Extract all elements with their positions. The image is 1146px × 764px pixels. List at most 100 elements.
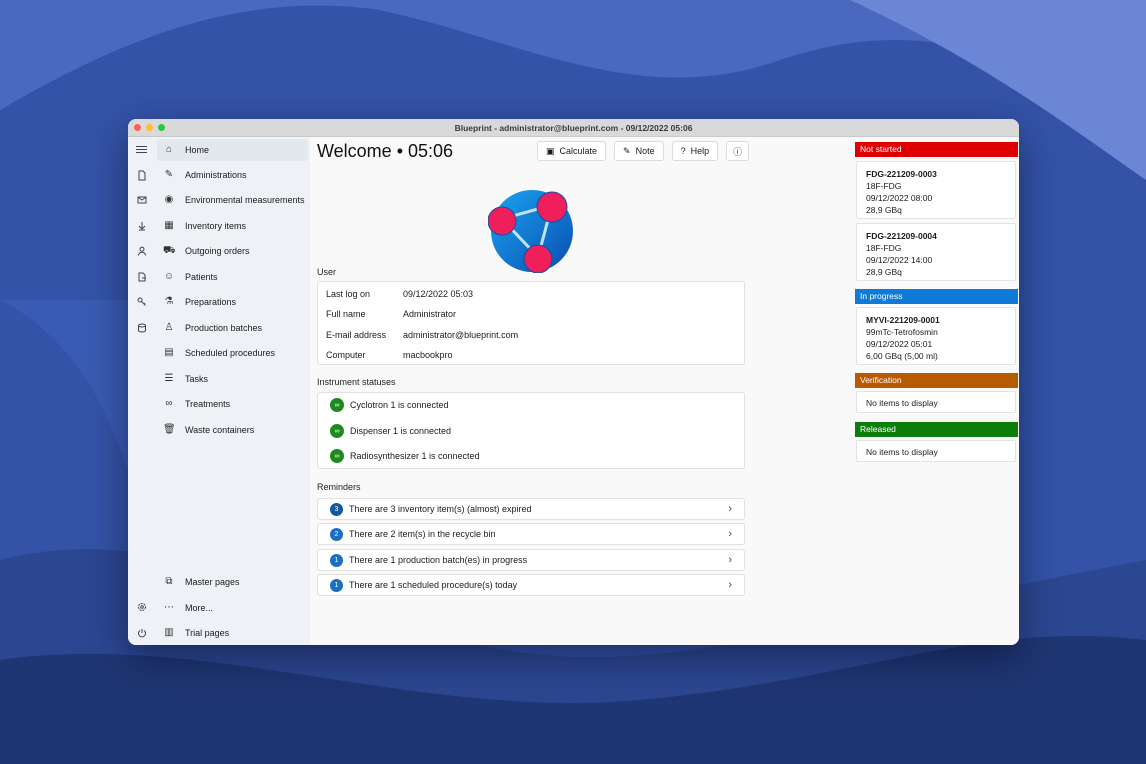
sidebar-item-label: Home <box>185 145 210 155</box>
user-row-last-logon: Last log on 09/12/2022 05:03 <box>326 289 473 299</box>
power-icon[interactable] <box>136 628 147 639</box>
sidebar-item-waste-containers[interactable]: 🗑 Waste containers <box>157 419 308 441</box>
reminder-text: There are 1 production batch(es) in prog… <box>349 555 528 565</box>
sidebar-item-label: Inventory items <box>185 221 247 231</box>
info-button[interactable]: ⓘ <box>726 141 750 161</box>
sidebar-item-environmental-measurements[interactable]: ◉ Environmental measurements <box>157 189 308 211</box>
file-export-icon[interactable] <box>136 272 147 283</box>
master-icon: ⧉ <box>165 576 173 587</box>
close-window-button[interactable] <box>134 124 141 131</box>
syringe-icon: ✎ <box>164 169 174 180</box>
sidebar-item-master-pages[interactable]: ⧉ Master pages <box>157 571 308 593</box>
sidebar-item-label: More... <box>185 603 214 613</box>
icon-rail <box>128 137 158 645</box>
instrument-status-text: Radiosynthesizer 1 is connected <box>350 451 480 461</box>
chevron-right-icon: › <box>728 528 732 540</box>
sidebar-item-label: Tasks <box>185 374 209 384</box>
calendar-icon: ▤ <box>164 347 174 358</box>
app-window: Blueprint - administrator@blueprint.com … <box>128 119 1019 645</box>
user-section-label: User <box>317 267 337 277</box>
chevron-right-icon: › <box>728 579 732 591</box>
sidebar-item-inventory-items[interactable]: ▦ Inventory items <box>157 215 308 237</box>
sidebar-item-trial-pages[interactable]: ▥ Trial pages <box>157 622 308 644</box>
reminder-item[interactable]: 1 There are 1 scheduled procedure(s) tod… <box>317 574 745 596</box>
sidebar-item-label: Preparations <box>185 297 237 307</box>
mail-icon[interactable] <box>136 195 147 206</box>
sidebar-item-scheduled-procedures[interactable]: ▤ Scheduled procedures <box>157 342 308 364</box>
sidebar-item-label: Treatments <box>185 399 231 409</box>
batch-activity: 6,00 GBq (5,00 ml) <box>866 351 938 361</box>
more-icon: ⋯ <box>164 602 174 613</box>
minimize-window-button[interactable] <box>146 124 153 131</box>
calculate-button[interactable]: ▣ Calculate <box>537 141 607 161</box>
calculate-label: Calculate <box>559 146 598 156</box>
group-header-released: Released <box>855 422 1018 437</box>
sidebar-item-outgoing-orders[interactable]: ⛟ Outgoing orders <box>157 240 308 262</box>
blueprint-logo <box>488 190 573 273</box>
reminder-item[interactable]: 3 There are 3 inventory item(s) (almost)… <box>317 498 745 520</box>
sidebar-item-preparations[interactable]: ⚗ Preparations <box>157 291 308 313</box>
trial-icon: ▥ <box>164 627 174 638</box>
download-icon[interactable] <box>136 221 147 232</box>
note-label: Note <box>635 146 655 156</box>
sidebar-item-label: Administrations <box>185 170 247 180</box>
sidebar-item-home[interactable]: ⌂ Home <box>157 139 308 161</box>
instrument-status-row: ∞ Dispenser 1 is connected <box>330 424 451 438</box>
window-title: Blueprint - administrator@blueprint.com … <box>454 123 693 133</box>
batch-card[interactable]: FDG-221209-0004 18F-FDG 09/12/2022 14:00… <box>856 223 1016 281</box>
flask-icon: ⚗ <box>164 296 174 307</box>
batch-card[interactable]: MYVI-221209-0001 99mTc-Tetrofosmin 09/12… <box>856 307 1016 365</box>
key-icon[interactable] <box>136 297 147 308</box>
connected-icon: ∞ <box>330 424 344 438</box>
reminder-item[interactable]: 2 There are 2 item(s) in the recycle bin… <box>317 523 745 545</box>
batch-product: 99mTc-Tetrofosmin <box>866 327 938 337</box>
sidebar-item-tasks[interactable]: ☰ Tasks <box>157 368 308 390</box>
note-button[interactable]: ✎ Note <box>614 141 664 161</box>
sidebar-item-treatments[interactable]: ∞ Treatments <box>157 393 308 415</box>
production-icon: ♙ <box>164 322 174 333</box>
help-icon: ? <box>680 146 686 156</box>
batch-id: FDG-221209-0004 <box>866 231 937 241</box>
cart-icon: ⛟ <box>163 245 176 256</box>
user-row-computer: Computer macbookpro <box>326 350 453 360</box>
sidebar-item-label: Outgoing orders <box>185 246 250 256</box>
boxes-icon: ▦ <box>164 220 174 231</box>
sidebar-item-production-batches[interactable]: ♙ Production batches <box>157 317 308 339</box>
help-label: Help <box>690 146 710 156</box>
batch-id: FDG-221209-0003 <box>866 169 937 179</box>
batch-activity: 28,9 GBq <box>866 205 902 215</box>
document-icon[interactable] <box>136 170 147 181</box>
batch-time: 09/12/2022 08:00 <box>866 193 933 203</box>
trash-icon: 🗑 <box>163 424 176 435</box>
chevron-right-icon: › <box>728 503 732 515</box>
sidebar-item-label: Environmental measurements <box>185 195 305 205</box>
sidebar-item-more[interactable]: ⋯ More... <box>157 597 308 619</box>
sidebar-item-label: Patients <box>185 272 218 282</box>
count-badge: 2 <box>330 527 343 541</box>
user-value: macbookpro <box>403 350 453 360</box>
home-icon: ⌂ <box>165 144 173 155</box>
note-icon: ✎ <box>623 145 631 156</box>
settings-icon[interactable] <box>136 602 147 613</box>
batch-product: 18F-FDG <box>866 243 902 253</box>
instrument-section-label: Instrument statuses <box>317 377 396 387</box>
user-value: administrator@blueprint.com <box>403 330 519 340</box>
instrument-status-text: Dispenser 1 is connected <box>350 426 452 436</box>
toolbar: ▣ Calculate ✎ Note ? Help ⓘ <box>537 141 750 161</box>
reminder-text: There are 1 scheduled procedure(s) today <box>349 580 518 590</box>
person-icon[interactable] <box>136 246 147 257</box>
sidebar-item-label: Waste containers <box>185 425 255 435</box>
reminder-item[interactable]: 1 There are 1 production batch(es) in pr… <box>317 549 745 571</box>
people-icon: ☺ <box>163 271 175 282</box>
sidebar-item-administrations[interactable]: ✎ Administrations <box>157 164 308 186</box>
user-row-email: E-mail address administrator@blueprint.c… <box>326 330 518 340</box>
batch-card[interactable]: FDG-221209-0003 18F-FDG 09/12/2022 08:00… <box>856 161 1016 219</box>
maximize-window-button[interactable] <box>158 124 165 131</box>
menu-icon[interactable] <box>136 144 147 155</box>
database-icon[interactable] <box>136 323 147 334</box>
user-card: Last log on 09/12/2022 05:03 Full name A… <box>317 281 745 365</box>
sidebar-item-patients[interactable]: ☺ Patients <box>157 266 308 288</box>
help-button[interactable]: ? Help <box>671 141 719 161</box>
batch-id: MYVI-221209-0001 <box>866 315 940 325</box>
sidebar-nav: ⌂ Home ✎ Administrations ◉ Environmental… <box>155 137 310 645</box>
